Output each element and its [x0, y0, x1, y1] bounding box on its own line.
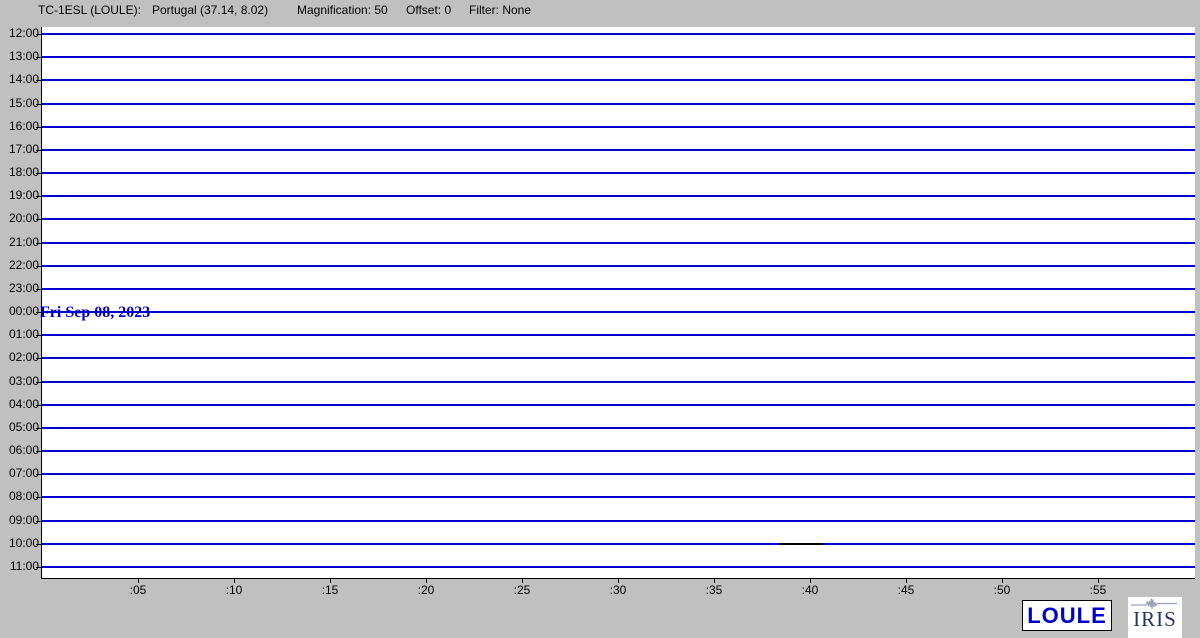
trace-line	[42, 103, 1195, 105]
minute-label: :05	[118, 583, 158, 597]
hour-label: 08:00	[0, 489, 39, 503]
trace-line	[42, 33, 1195, 35]
hour-tick	[36, 474, 41, 475]
hour-tick	[36, 127, 41, 128]
header-location-label: Portugal (37.14, 8.02)	[152, 3, 268, 17]
minute-label: :20	[406, 583, 446, 597]
hour-tick	[36, 497, 41, 498]
minute-label: :55	[1078, 583, 1118, 597]
hour-tick	[36, 405, 41, 406]
trace-line	[42, 427, 1195, 429]
minute-label: :30	[598, 583, 638, 597]
hour-label: 11:00	[0, 559, 39, 573]
trace-line	[42, 404, 1195, 406]
hour-tick	[36, 567, 41, 568]
trace-line	[42, 242, 1195, 244]
trace-line	[42, 56, 1195, 58]
minute-label: :35	[694, 583, 734, 597]
hour-tick	[36, 544, 41, 545]
hour-tick	[36, 150, 41, 151]
hour-tick	[36, 521, 41, 522]
trace-line	[42, 311, 1195, 313]
hour-tick	[36, 104, 41, 105]
header-magnification-label: Magnification: 50	[297, 3, 388, 17]
helicorder-plot-area[interactable]	[41, 27, 1195, 579]
hour-label: 21:00	[0, 235, 39, 249]
trace-line	[42, 381, 1195, 383]
hour-tick	[36, 451, 41, 452]
hour-tick	[36, 196, 41, 197]
minute-label: :50	[982, 583, 1022, 597]
date-annotation: Fri Sep 08, 2023	[40, 303, 150, 322]
hour-tick	[36, 57, 41, 58]
trace-line	[42, 288, 1195, 290]
trace-line	[42, 543, 1195, 545]
hour-label: 07:00	[0, 466, 39, 480]
hour-tick	[36, 80, 41, 81]
trace-line	[42, 172, 1195, 174]
hour-tick	[36, 428, 41, 429]
hour-label: 20:00	[0, 211, 39, 225]
trace-line	[42, 566, 1195, 568]
hour-label: 23:00	[0, 281, 39, 295]
hour-label: 17:00	[0, 142, 39, 156]
hour-tick	[36, 266, 41, 267]
header-offset-label: Offset: 0	[406, 3, 451, 17]
hour-label: 00:00	[0, 304, 39, 318]
hour-label: 12:00	[0, 26, 39, 40]
hour-label: 15:00	[0, 96, 39, 110]
header-filter-label: Filter: None	[469, 3, 531, 17]
minute-label: :40	[790, 583, 830, 597]
trace-line	[42, 473, 1195, 475]
trace-line	[42, 520, 1195, 522]
hour-label: 16:00	[0, 119, 39, 133]
trace-line	[42, 357, 1195, 359]
hour-tick	[36, 289, 41, 290]
hour-label: 19:00	[0, 188, 39, 202]
trace-line	[42, 126, 1195, 128]
trace-line	[42, 450, 1195, 452]
hour-label: 22:00	[0, 258, 39, 272]
hour-label: 18:00	[0, 165, 39, 179]
hour-label: 13:00	[0, 49, 39, 63]
hour-label: 03:00	[0, 374, 39, 388]
minute-label: :45	[886, 583, 926, 597]
minute-label: :10	[214, 583, 254, 597]
hour-label: 06:00	[0, 443, 39, 457]
black-data-segment	[779, 543, 823, 545]
station-button-label: LOULE	[1027, 603, 1107, 629]
trace-line	[42, 79, 1195, 81]
hour-label: 10:00	[0, 536, 39, 550]
hour-label: 04:00	[0, 397, 39, 411]
hour-label: 09:00	[0, 513, 39, 527]
hour-label: 14:00	[0, 72, 39, 86]
iris-logo-text: IRIS	[1133, 608, 1177, 630]
station-select-button[interactable]: LOULE	[1022, 600, 1112, 631]
hour-tick	[36, 243, 41, 244]
hour-label: 01:00	[0, 327, 39, 341]
trace-line	[42, 334, 1195, 336]
header-station-label: TC-1ESL (LOULE):	[38, 3, 141, 17]
hour-label: 02:00	[0, 350, 39, 364]
hour-tick	[36, 173, 41, 174]
minute-label: :25	[502, 583, 542, 597]
trace-line	[42, 496, 1195, 498]
trace-line	[42, 265, 1195, 267]
hour-tick	[36, 358, 41, 359]
minute-label: :15	[310, 583, 350, 597]
hour-tick	[36, 382, 41, 383]
hour-tick	[36, 335, 41, 336]
trace-line	[42, 218, 1195, 220]
trace-line	[42, 195, 1195, 197]
trace-line	[42, 149, 1195, 151]
iris-logo: IRIS	[1128, 597, 1182, 638]
hour-tick	[36, 34, 41, 35]
hour-label: 05:00	[0, 420, 39, 434]
hour-tick	[36, 219, 41, 220]
